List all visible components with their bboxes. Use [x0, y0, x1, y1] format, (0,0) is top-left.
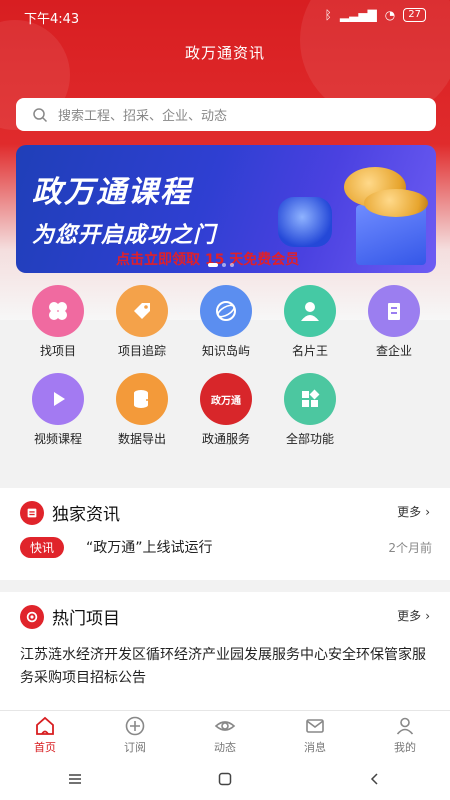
tag-icon	[116, 285, 168, 337]
hot-header: 热门项目	[20, 604, 120, 629]
feature-find-project[interactable]: 找项目	[16, 285, 100, 373]
news-item-title: “政万通”上线试运行	[86, 540, 213, 556]
globe-icon	[200, 285, 252, 337]
news-icon	[20, 500, 44, 525]
feature-business-card[interactable]: 名片王	[268, 285, 352, 373]
feature-label: 视频课程	[33, 432, 82, 446]
feature-knowledge-island[interactable]: 知识岛屿	[184, 285, 268, 373]
search-icon	[33, 107, 48, 122]
logo-icon: 政万通	[200, 373, 252, 425]
chevron-right-icon: ›	[425, 504, 430, 519]
database-icon	[116, 373, 168, 425]
promo-banner[interactable]: 政万通课程 为您开启成功之门 点击立即领取 15 天免费会员	[16, 145, 436, 273]
hot-more-link[interactable]: 更多 ›	[397, 607, 430, 624]
coin-icon	[364, 189, 428, 217]
home-icon	[36, 716, 54, 735]
feature-video-course[interactable]: 视频课程	[16, 373, 100, 461]
feature-project-tracking[interactable]: 项目追踪	[100, 285, 184, 373]
feature-government-service[interactable]: 政万通 政通服务	[184, 373, 268, 461]
feature-label: 全部功能	[285, 432, 334, 446]
banner-subtitle: 为您开启成功之门	[32, 223, 217, 248]
chevron-right-icon: ›	[425, 608, 430, 623]
eye-icon	[214, 721, 236, 731]
status-icons: ᛒ ▂▃▅▇ ◔ 27	[325, 8, 426, 22]
carousel-indicator	[208, 263, 234, 267]
bottom-tab-bar: 首页 订阅 动态 消息 我的	[0, 710, 450, 758]
fist-icon	[278, 197, 332, 247]
tab-dynamics[interactable]: 动态	[180, 711, 270, 758]
user-icon	[396, 717, 414, 735]
play-icon	[32, 373, 84, 425]
building-icon	[368, 285, 420, 337]
flash-badge: 快讯	[20, 536, 65, 558]
news-item-time: 2个月前	[388, 540, 432, 555]
page-title: 政万通资讯	[184, 44, 265, 62]
feature-all-functions[interactable]: 全部功能	[268, 373, 352, 461]
feature-label: 名片王	[291, 344, 328, 358]
tab-home[interactable]: 首页	[0, 711, 90, 758]
banner-title: 政万通课程	[32, 175, 192, 210]
news-more-link[interactable]: 更多 ›	[397, 503, 430, 520]
news-item[interactable]: 快讯 “政万通”上线试运行 2个月前	[20, 536, 432, 558]
status-time: 下午4:43	[24, 12, 80, 27]
hot-title: 热门项目	[52, 609, 120, 629]
back-icon[interactable]	[367, 771, 383, 787]
search-input[interactable]: 搜索工程、招采、企业、动态	[16, 98, 436, 131]
feature-label: 查企业	[375, 344, 412, 358]
apps-icon	[284, 373, 336, 425]
flame-icon	[20, 604, 44, 629]
search-placeholder: 搜索工程、招采、企业、动态	[58, 109, 228, 124]
feature-label: 项目追踪	[117, 344, 166, 358]
feature-label: 找项目	[39, 344, 76, 358]
feature-label: 数据导出	[117, 432, 166, 446]
feature-data-export[interactable]: 数据导出	[100, 373, 184, 461]
status-bar: 下午4:43 ᛒ ▂▃▅▇ ◔ 27	[0, 0, 450, 32]
person-icon	[284, 285, 336, 337]
system-nav-bar	[0, 758, 450, 800]
hot-projects-section: 热门项目 更多 › 江苏涟水经济开发区循环经济产业园发展服务中心安全环保管家服务…	[0, 592, 450, 710]
plus-circle-icon	[125, 716, 145, 736]
mail-icon	[306, 719, 324, 733]
home-square-icon[interactable]	[217, 771, 233, 787]
feature-label: 知识岛屿	[201, 344, 250, 358]
tab-subscribe[interactable]: 订阅	[90, 711, 180, 758]
news-section: 独家资讯 更多 › 快讯 “政万通”上线试运行 2个月前	[0, 488, 450, 580]
signal-icon: ▂▃▅▇	[339, 8, 377, 22]
battery-icon: 27	[403, 8, 426, 22]
feature-company-search[interactable]: 查企业	[352, 285, 436, 373]
menu-icon[interactable]	[67, 771, 83, 787]
hot-project-item[interactable]: 江苏涟水经济开发区循环经济产业园发展服务中心安全环保管家服务采购项目招标公告	[20, 644, 434, 690]
tab-messages[interactable]: 消息	[270, 711, 360, 758]
tab-mine[interactable]: 我的	[360, 711, 450, 758]
bluetooth-icon: ᛒ	[324, 8, 332, 22]
news-title: 独家资讯	[52, 505, 120, 525]
wifi-icon: ◔	[384, 8, 396, 22]
clover-icon	[32, 285, 84, 337]
news-header: 独家资讯	[20, 500, 120, 525]
feature-label: 政通服务	[201, 432, 250, 446]
feature-grid: 找项目 项目追踪 知识岛屿 名片王 查企业 视频课程 数据导出 政万通 政通服务…	[16, 285, 436, 461]
